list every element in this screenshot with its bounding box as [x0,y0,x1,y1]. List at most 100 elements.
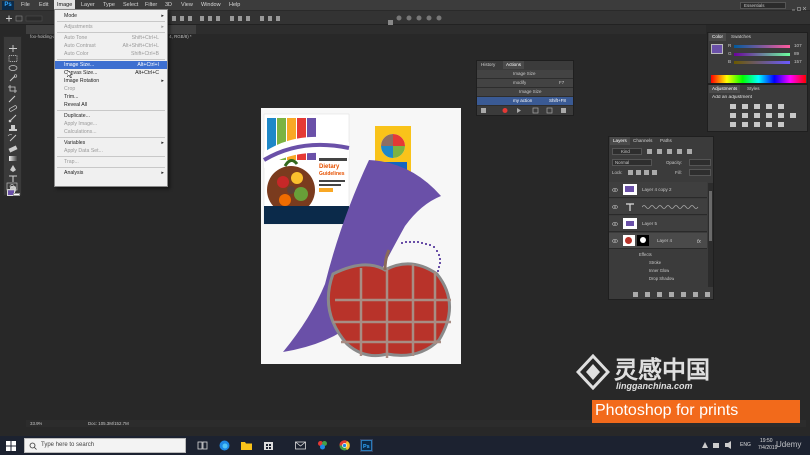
image-menu-item-auto-tone[interactable]: Auto Tone Shift+Ctrl+L [55,34,167,42]
zoom-level[interactable]: 33.9% [30,420,42,427]
image-menu-item-analysis[interactable]: Analysis ▸ [55,169,167,177]
tab-adjustments[interactable]: Adjustments [709,85,741,93]
image-menu-item-apply-image[interactable]: Apply Image... [55,120,167,128]
workspace-switcher[interactable]: Essentials [740,2,786,9]
channel-g-slider[interactable] [734,53,790,56]
menu-window[interactable]: Window [198,0,224,11]
menu-view[interactable]: View [178,0,196,11]
blend-mode-label: Normal [615,160,630,165]
image-menu-item-trap[interactable]: Trap... [55,158,167,166]
move-tool[interactable] [7,40,19,52]
image-menu-item-auto-contrast[interactable]: Auto Contrast Alt+Shift+Ctrl+L [55,42,167,50]
photoshop-taskbar-button[interactable]: Ps [360,439,373,452]
layers-footer-icons[interactable] [631,291,711,298]
paint-button[interactable] [316,439,329,452]
pen-tool[interactable] [7,160,19,172]
chrome-button[interactable] [338,439,351,452]
layer-row[interactable]: Layer 4 copy 2 [609,182,707,198]
image-menu-item-variables[interactable]: Variables ▸ [55,139,167,147]
windows-start-icon[interactable] [6,441,16,451]
tab-history[interactable]: History [478,61,498,69]
tab-styles[interactable]: Styles [744,85,763,93]
image-menu-item-duplicate[interactable]: Duplicate... [55,112,167,120]
layer-row[interactable]: Layer 5 [609,216,707,232]
quick-selection-tool[interactable] [7,70,19,82]
channel-b-value[interactable]: 157 [794,59,802,64]
tab-layers[interactable]: Layers [610,137,630,145]
layer-filter-icons[interactable] [645,148,711,155]
eye-icon[interactable] [612,204,618,210]
channel-r-slider[interactable] [734,45,790,48]
channel-g-value[interactable]: 89 [794,51,799,56]
color-preview-swatch[interactable] [711,44,723,54]
tab-channels[interactable]: Channels [630,137,655,145]
input-language[interactable]: ENG [740,442,751,448]
image-menu-item-calculations[interactable]: Calculations... [55,128,167,136]
fx-icon[interactable]: fx [697,237,705,245]
image-menu-item-reveal-all[interactable]: Reveal All [55,101,167,109]
system-tray-icons[interactable] [700,440,736,450]
menu-help[interactable]: Help [226,0,243,11]
channel-b-slider[interactable] [734,61,790,64]
tab-paths[interactable]: Paths [657,137,675,145]
adjustment-icons[interactable] [728,103,798,131]
image-menu-item-auto-color[interactable]: Auto Color Shift+Ctrl+B [55,50,167,58]
background-color-swatch[interactable] [13,193,20,196]
image-menu-item-apply-data-set[interactable]: Apply Data Set... [55,147,167,155]
actions-panel: History Actions Image Size modify F7 Ima… [476,60,574,116]
crop-tool[interactable] [7,80,19,93]
actions-toolbar-icons[interactable] [479,107,571,115]
marquee-tool[interactable] [7,50,19,62]
clock-time[interactable]: 19:50 [760,438,773,444]
eye-icon[interactable] [612,187,618,193]
lock-icons[interactable] [627,169,663,176]
task-view-button[interactable] [196,439,209,452]
gradient-tool[interactable] [7,150,19,161]
tab-swatches[interactable]: Swatches [728,33,754,41]
image-menu-item-trim[interactable]: Trim... [55,93,167,101]
eye-icon[interactable] [612,221,618,227]
layer-row-type[interactable] [609,199,707,215]
fill-field[interactable] [689,169,711,176]
image-menu-item-adjustments[interactable]: Adjustments ▸ [55,23,167,31]
file-explorer-button[interactable] [240,439,253,452]
healing-brush-tool[interactable] [7,100,19,112]
action-row[interactable]: Image Size [477,88,573,97]
store-button[interactable] [262,439,275,452]
tab-actions[interactable]: Actions [503,61,525,69]
move-tool-options-icon[interactable] [4,14,44,23]
clone-stamp-tool[interactable] [7,120,19,131]
mail-button[interactable] [294,439,307,452]
opacity-field[interactable] [689,159,711,166]
lasso-tool[interactable] [7,60,19,71]
effect-drop-shadow[interactable]: Drop Shadow [649,276,674,281]
eyedropper-tool[interactable] [7,90,19,103]
eraser-tool[interactable] [7,140,19,153]
color-spectrum-bar[interactable] [711,75,806,83]
blend-mode-select[interactable]: Normal [612,159,652,166]
document-canvas[interactable]: Dietary Guidelines [261,108,461,364]
layer-row-selected[interactable]: Layer 4 fx [609,233,707,249]
effect-stroke[interactable]: Stroke [649,260,661,265]
image-menu-item-crop[interactable]: Crop [55,85,167,93]
action-row[interactable]: Image Size [477,70,573,79]
brush-tool[interactable] [7,110,19,123]
menu-edit[interactable]: Edit [36,0,51,11]
3d-tools-icon[interactable] [395,14,455,22]
tab-color[interactable]: Color [709,33,726,41]
channel-r-value[interactable]: 107 [794,43,802,48]
eye-icon[interactable] [612,238,618,244]
history-brush-tool[interactable] [7,130,19,142]
action-row-selected[interactable]: my action Shift+F8 [477,97,573,106]
layers-scrollbar[interactable] [708,183,713,287]
menu-file[interactable]: File [18,0,33,11]
edge-browser-button[interactable] [218,439,231,452]
taskbar-search-box[interactable]: Type here to search [24,438,186,453]
action-row[interactable]: modify F7 [477,79,573,88]
clock-date[interactable]: 7/4/2019 [758,445,777,451]
layer-filter-kind[interactable]: Kind [612,148,642,155]
effect-inner-glow[interactable]: Inner Glow [649,268,669,273]
image-menu-item-mode[interactable]: Mode ▸ [55,12,167,20]
quick-mask-button[interactable] [6,178,18,191]
align-buttons-icon[interactable] [170,14,370,23]
